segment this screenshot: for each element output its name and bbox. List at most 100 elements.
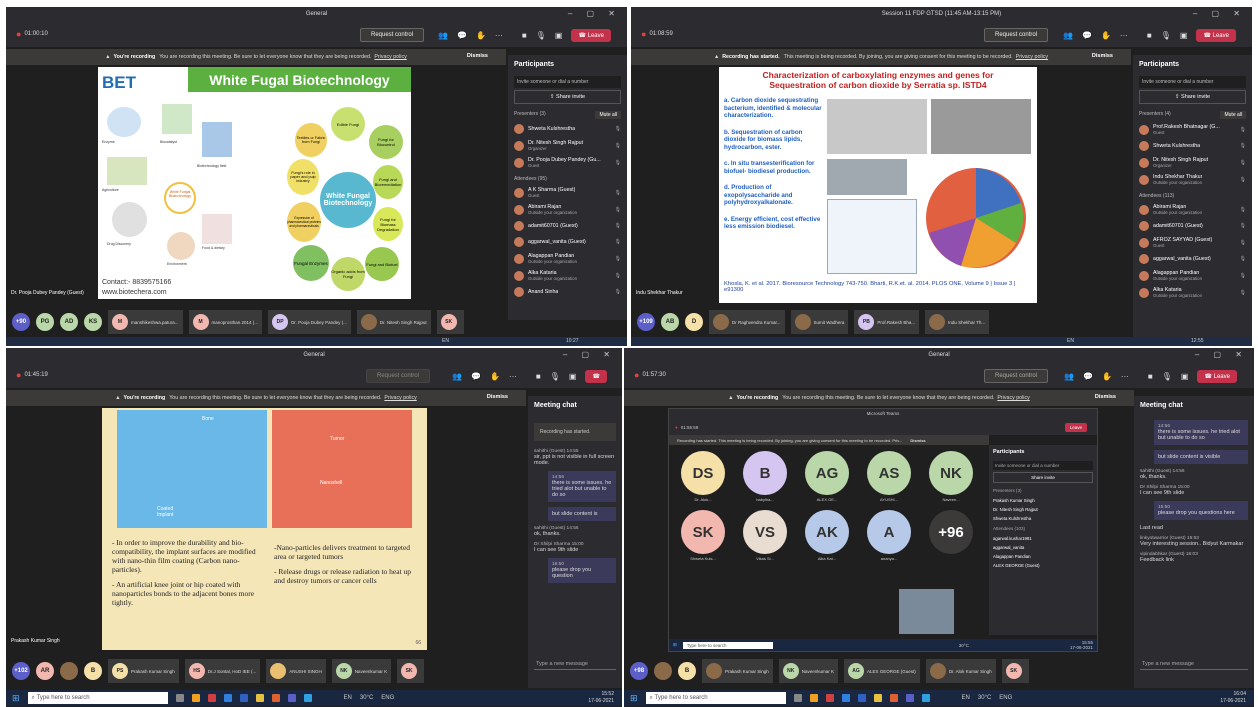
chat-input[interactable]: Type a new message: [1140, 659, 1248, 670]
invite-input[interactable]: Invite someone or dial a number: [514, 76, 621, 88]
grid-participant[interactable]: NK Naveen...: [929, 451, 973, 502]
request-control-button[interactable]: Request control: [984, 28, 1049, 42]
grid-participant[interactable]: AG ALEX GE...: [805, 451, 849, 502]
share-icon[interactable]: ▣: [1180, 31, 1188, 40]
participant-row[interactable]: Abirami Rajan Outside your organization 🎙: [508, 201, 627, 218]
app-icon[interactable]: [271, 694, 280, 702]
nested-dismiss[interactable]: Dismiss: [910, 438, 925, 443]
dismiss-button[interactable]: Dismiss: [1092, 53, 1113, 59]
chat-icon[interactable]: 💬: [457, 31, 467, 40]
leave-button[interactable]: ☎: [585, 370, 607, 383]
app-icon[interactable]: [905, 694, 914, 702]
participant-row[interactable]: Alagappan Pandian Outside your organizati…: [508, 250, 627, 267]
video-tile[interactable]: ANUSHI SINGH: [266, 659, 326, 683]
video-tile[interactable]: Dr Raghvendra Kumar...: [709, 310, 785, 334]
participant-row[interactable]: aggarwal_vanita (Guest) 🎙: [508, 234, 627, 250]
tray-avatar[interactable]: +90: [12, 313, 30, 331]
participant-row[interactable]: A K Sharma (Guest) Guest 🎙: [508, 184, 627, 201]
app-icon[interactable]: [809, 694, 818, 702]
participant-row[interactable]: Dr. Pooja Dubey Pandey (Gu... Guest 🎙: [508, 154, 627, 171]
tray-avatar[interactable]: AB: [661, 313, 679, 331]
nested-participant[interactable]: Prakash Kumar Singh: [989, 496, 1097, 505]
reactions-icon[interactable]: ✋: [490, 372, 500, 381]
mute-all-button[interactable]: Mute all: [1220, 111, 1246, 119]
window-controls[interactable]: – ▢ ✕: [1195, 350, 1248, 359]
app-icon[interactable]: [223, 694, 232, 702]
windows-start-icon[interactable]: ⊞: [673, 642, 677, 648]
video-tile[interactable]: PB Prof.Rakesh Bha...: [854, 310, 920, 334]
grid-participant[interactable]: Bbabylha...: [743, 451, 787, 502]
tray-avatar[interactable]: KS: [84, 313, 102, 331]
tray-avatar[interactable]: AR: [36, 662, 54, 680]
participant-row[interactable]: Alka Kataria Outside your organization 🎙: [1133, 284, 1252, 301]
video-tile[interactable]: NK Naveenkumar K: [778, 659, 839, 683]
mic-icon[interactable]: 🎙: [1161, 31, 1171, 40]
participant-row[interactable]: Alagappan Pandian Outside your organizati…: [1133, 267, 1252, 284]
nested-participant[interactable]: agarwal.kushar1991: [989, 534, 1097, 543]
nested-participant[interactable]: Dr. Nitesh Singh Rajput: [989, 505, 1097, 514]
participant-row[interactable]: aggarwal_vanita (Guest) 🎙: [1133, 251, 1252, 267]
video-tile[interactable]: Mmanoprosthan.2014 (...: [188, 310, 263, 334]
request-control-button[interactable]: Request control: [360, 28, 425, 42]
window-controls[interactable]: – ▢ ✕: [563, 350, 616, 359]
privacy-link[interactable]: Privacy policy: [997, 395, 1029, 401]
video-tile[interactable]: Sumit Wadhera: [790, 310, 849, 334]
participant-row[interactable]: adamit60701 (Guest) 🎙: [1133, 218, 1252, 234]
video-tile[interactable]: Indu Shekhar Th...: [925, 310, 990, 334]
video-tile[interactable]: SK: [397, 659, 425, 683]
nested-taskbar-search[interactable]: Type here to search: [682, 641, 773, 649]
camera-icon[interactable]: ■: [1148, 372, 1153, 381]
app-icon[interactable]: [287, 694, 296, 702]
nested-participant[interactable]: ALEX GEORGE (Guest): [989, 561, 1097, 570]
chat-icon[interactable]: 💬: [1083, 372, 1093, 381]
nested-participant[interactable]: Alagappan Pandian: [989, 552, 1097, 561]
leave-button[interactable]: ☎ Leave: [1196, 29, 1236, 42]
video-tile[interactable]: SK: [1001, 659, 1029, 683]
video-tile[interactable]: Prakash Kumar Singh: [702, 659, 773, 683]
video-tile[interactable]: PS Prakash Kumar Singh: [108, 659, 179, 683]
share-icon[interactable]: ▣: [1181, 372, 1189, 381]
share-icon[interactable]: ▣: [555, 31, 563, 40]
more-icon[interactable]: ···: [495, 31, 503, 40]
chat-icon[interactable]: 💬: [471, 372, 481, 381]
participants-icon[interactable]: 👥: [452, 372, 462, 381]
grid-participant[interactable]: Aananya...: [867, 510, 911, 561]
windows-start-icon[interactable]: ⊞: [630, 693, 638, 704]
participant-row[interactable]: Prof.Rakesh Bhatnagar (G... Guest 🎙: [1133, 121, 1252, 138]
participant-row[interactable]: Indu Shekhar Thakur Outside your organiza…: [1133, 171, 1252, 188]
leave-button[interactable]: ☎ Leave: [1197, 370, 1237, 383]
participant-row[interactable]: Anand Sinha 🎙: [508, 284, 627, 300]
grid-participant[interactable]: VS Vikas Si...: [743, 510, 787, 561]
share-invite-button[interactable]: ⇪ Share invite: [514, 90, 621, 104]
video-tile[interactable]: SK: [436, 310, 464, 334]
tray-avatar[interactable]: B: [84, 662, 102, 680]
video-tile[interactable]: HS Dr.J Sontal, HoD IEE (...: [184, 659, 261, 683]
participant-row[interactable]: Dr. Nitesh Singh Rajput Organizer 🎙: [1133, 154, 1252, 171]
dismiss-button[interactable]: Dismiss: [467, 53, 488, 59]
tray-avatar[interactable]: +109: [637, 313, 655, 331]
video-tile[interactable]: Mmanshikeshwa.patura...: [108, 310, 183, 334]
camera-icon[interactable]: ■: [522, 31, 527, 40]
grid-participant[interactable]: AS AYUSHI...: [867, 451, 911, 502]
nested-participant[interactable]: Shweta Kulshrestha: [989, 514, 1097, 523]
app-icon[interactable]: [239, 694, 248, 702]
request-control-button[interactable]: Request control: [984, 369, 1049, 383]
privacy-link[interactable]: Privacy policy: [374, 54, 406, 60]
mute-all-button[interactable]: Mute all: [595, 111, 621, 119]
app-icon[interactable]: [857, 694, 866, 702]
more-icon[interactable]: ···: [1120, 31, 1128, 40]
participant-row[interactable]: Shweta Kulshrestha 🎙: [1133, 138, 1252, 154]
nested-leave-button[interactable]: Leave: [1064, 422, 1087, 432]
chat-icon[interactable]: 💬: [1082, 31, 1092, 40]
video-tile[interactable]: NK Naveenkumar K: [331, 659, 392, 683]
participant-row[interactable]: Dr. Nitesh Singh Rajput Organizer 🎙: [508, 137, 627, 154]
grid-participant[interactable]: +96: [929, 510, 973, 561]
participants-icon[interactable]: 👥: [1064, 372, 1074, 381]
window-controls[interactable]: – ▢ ✕: [1193, 9, 1246, 18]
app-icon[interactable]: [825, 694, 834, 702]
nested-share-button[interactable]: Share invite: [993, 472, 1093, 483]
participant-row[interactable]: AFROZ SAYYAD (Guest) Guest 🎙: [1133, 234, 1252, 251]
participants-icon[interactable]: 👥: [438, 31, 448, 40]
participant-row[interactable]: Abirami Rajan Outside your organization 🎙: [1133, 201, 1252, 218]
privacy-link[interactable]: Privacy policy: [384, 395, 416, 401]
